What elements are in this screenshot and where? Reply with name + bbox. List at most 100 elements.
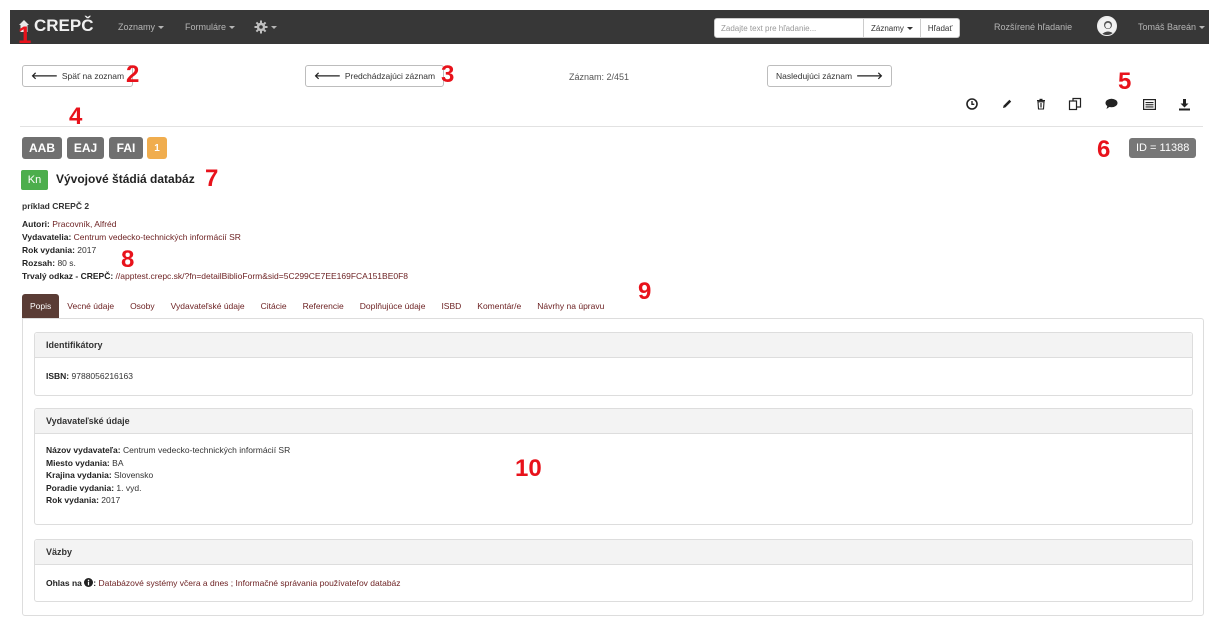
- extent-value: 80 s.: [57, 258, 76, 268]
- trash-icon: [1037, 98, 1045, 110]
- advanced-search-link[interactable]: Rozšírené hľadanie: [994, 22, 1072, 32]
- tab-citacie[interactable]: Citácie: [253, 294, 295, 318]
- info-icon[interactable]: [84, 578, 94, 587]
- tab-navrhy-na-upravu[interactable]: Návrhy na úpravu: [529, 294, 612, 318]
- permalink-label: Trvalý odkaz - CREPČ:: [22, 271, 114, 281]
- search-form: Záznamy Hľadať: [714, 18, 961, 38]
- avatar[interactable]: [1097, 16, 1117, 36]
- identifiers-panel: Identifikátory ISBN: 9788056216163: [34, 332, 1193, 396]
- chevron-down-icon: [271, 25, 277, 29]
- publishers-link[interactable]: Centrum vedecko-technických informácií S…: [74, 232, 241, 242]
- authors-link[interactable]: Pracovník, Alfréd: [52, 219, 116, 229]
- links-panel: Väzby Ohlas na : Databázové systémy včer…: [34, 539, 1193, 602]
- back-to-list-button[interactable]: 🡐 Späť na zoznam: [22, 65, 134, 87]
- record-title: Vývojové štádiá databáz: [56, 172, 195, 186]
- year-value: 2017: [77, 245, 97, 255]
- panel-title: Vydavateľské údaje: [35, 409, 1192, 434]
- publisher-name-label: Názov vydavateľa:: [46, 445, 121, 455]
- chevron-down-icon: [229, 26, 236, 30]
- chevron-down-icon: [1199, 26, 1206, 30]
- tab-isbd[interactable]: ISBD: [433, 294, 469, 318]
- list-view-button[interactable]: [1141, 96, 1157, 112]
- publisher-name-value: Centrum vedecko-technických informácií S…: [123, 445, 291, 455]
- arrow-right-icon: 🡒: [856, 71, 883, 82]
- year-label: Rok vydania:: [22, 245, 75, 255]
- chevron-down-icon: [158, 26, 165, 30]
- clock-icon: [966, 98, 978, 110]
- record-id-badge: ID = 11388: [1129, 138, 1197, 158]
- settings-menu[interactable]: [254, 18, 284, 36]
- tab-popis[interactable]: Popis: [22, 294, 60, 318]
- publisher-panel: Vydavateľské údaje Názov vydavateľa: Cen…: [34, 408, 1193, 525]
- user-avatar-icon: [1098, 17, 1116, 35]
- annotation-number: 7: [205, 165, 219, 192]
- extent-label: Rozsah:: [22, 258, 56, 268]
- annotation-number: 3: [441, 61, 455, 88]
- edition-label: Poradie vydania:: [46, 482, 115, 493]
- menu-formulare[interactable]: Formuláre: [185, 22, 236, 32]
- ohlas-label: Ohlas na: [46, 578, 82, 588]
- category-badge: EAJ: [67, 137, 104, 159]
- copy-button[interactable]: [1067, 96, 1083, 112]
- annotation-number: 8: [121, 246, 135, 273]
- tab-vydavatelske-udaje[interactable]: Vydavateľské údaje: [163, 294, 253, 318]
- tab-doplnujuce-udaje[interactable]: Doplňujúce údaje: [352, 294, 434, 318]
- gear-icon: [254, 20, 268, 34]
- annotation-number: 2: [126, 61, 140, 88]
- back-button-label: Späť na zoznam: [61, 71, 125, 81]
- publisher-year-value: 2017: [101, 495, 121, 505]
- colon-separator: :: [93, 578, 97, 588]
- annotation-number: 6: [1097, 136, 1111, 163]
- country-label: Krajina vydania:: [46, 470, 112, 480]
- search-scope-label: Záznamy: [871, 23, 904, 33]
- search-button[interactable]: Hľadať: [920, 18, 961, 38]
- annotation-number: 5: [1118, 68, 1132, 95]
- tab-osoby[interactable]: Osoby: [122, 294, 163, 318]
- tab-referencie[interactable]: Referencie: [295, 294, 352, 318]
- search-input[interactable]: [714, 18, 864, 38]
- menu-zoznamy[interactable]: Zoznamy: [118, 22, 165, 32]
- ohlas-link[interactable]: Databázové systémy včera a dnes ; Inform…: [99, 578, 401, 588]
- annotation-number: 1: [18, 22, 32, 49]
- copy-icon: [1068, 97, 1082, 111]
- category-badge: AAB: [22, 137, 62, 159]
- previous-record-button[interactable]: 🡐 Predchádzajúci záznam: [305, 65, 445, 87]
- previous-button-label: Predchádzajúci záznam: [344, 71, 436, 81]
- country-line: Krajina vydania: Slovensko: [46, 469, 1181, 482]
- permalink-line: Trvalý odkaz - CREPČ: //apptest.crepc.sk…: [22, 271, 408, 281]
- publisher-year-label: Rok vydania:: [46, 495, 99, 505]
- authors-label: Autori:: [22, 219, 50, 229]
- count-badge: 1: [147, 137, 167, 159]
- comment-button[interactable]: [1103, 96, 1119, 112]
- download-button[interactable]: [1176, 96, 1192, 112]
- panel-body: Ohlas na : Databázové systémy včera a dn…: [35, 565, 1192, 600]
- panel-body: ISBN: 9788056216163: [35, 358, 1192, 393]
- arrow-left-icon: 🡐: [31, 71, 58, 82]
- list-icon: [1142, 98, 1156, 110]
- place-label: Miesto vydania:: [46, 457, 110, 468]
- user-menu[interactable]: Tomáš Bareán: [1138, 22, 1206, 32]
- panel-title: Identifikátory: [35, 333, 1192, 358]
- top-navbar: CREPČ Zoznamy Formuláre Záznamy Hľadať R…: [10, 10, 1209, 44]
- tab-bar: Popis Vecné údaje Osoby Vydavateľské úda…: [22, 294, 612, 318]
- edition-line: Poradie vydania: 1. vyd.: [46, 482, 1181, 495]
- panel-body: Názov vydavateľa: Centrum vedecko-techni…: [35, 434, 1192, 517]
- next-button-label: Nasledujúci záznam: [776, 71, 853, 81]
- permalink-link[interactable]: //apptest.crepc.sk/?fn=detailBiblioForm&…: [116, 271, 408, 281]
- menu-formulare-label: Formuláre: [185, 22, 227, 32]
- arrow-left-icon: 🡐: [314, 71, 341, 82]
- tab-komentare[interactable]: Komentár/e: [469, 294, 529, 318]
- publishers-line: Vydavatelia: Centrum vedecko-technických…: [22, 232, 241, 242]
- delete-button[interactable]: [1033, 96, 1049, 112]
- pencil-icon: [1003, 99, 1012, 108]
- panel-title: Väzby: [35, 540, 1192, 565]
- tab-vecne-udaje[interactable]: Vecné údaje: [59, 294, 122, 318]
- place-value: BA: [112, 457, 124, 468]
- edit-button[interactable]: [999, 96, 1015, 112]
- edition-value: 1. vyd.: [116, 482, 142, 493]
- brand-name: CREPČ: [34, 16, 94, 35]
- next-record-button[interactable]: Nasledujúci záznam 🡒: [767, 65, 892, 87]
- comment-icon: [1105, 98, 1117, 109]
- search-scope-dropdown[interactable]: Záznamy: [864, 18, 921, 38]
- history-button[interactable]: [964, 96, 980, 112]
